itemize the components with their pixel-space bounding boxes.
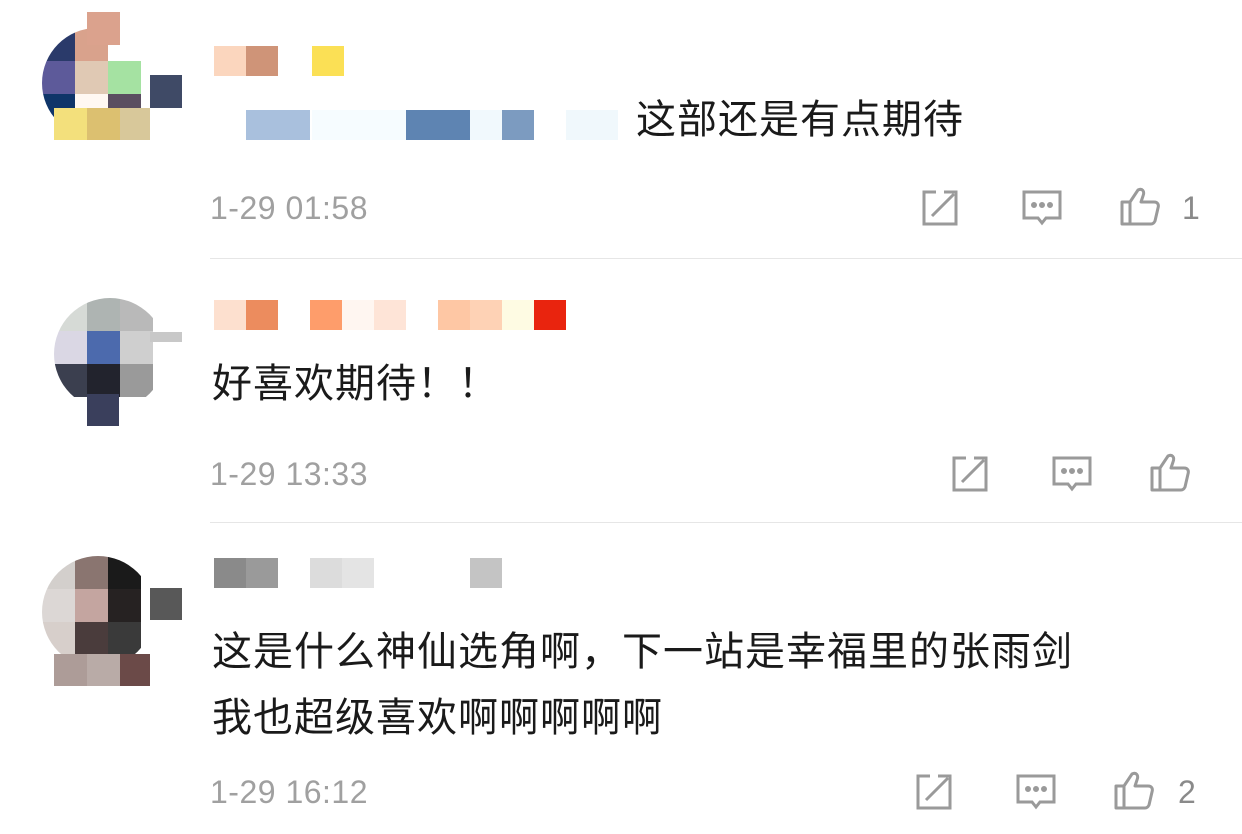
username-redacted[interactable] bbox=[214, 558, 246, 588]
user-badge bbox=[312, 46, 344, 76]
comment-icon bbox=[1052, 456, 1092, 492]
username-redacted bbox=[502, 300, 534, 330]
reply-target-redacted bbox=[406, 110, 470, 140]
like-count: 1 bbox=[1182, 190, 1200, 226]
username-redacted[interactable] bbox=[214, 300, 246, 330]
share-button[interactable] bbox=[912, 770, 956, 814]
like-button[interactable] bbox=[1118, 184, 1162, 228]
username-redacted bbox=[246, 300, 278, 330]
avatar-frame-right bbox=[150, 332, 182, 342]
avatar-badge bbox=[54, 654, 150, 686]
avatar-frame-top bbox=[87, 12, 120, 45]
username-redacted bbox=[470, 300, 502, 330]
comment-text: 这部还是有点期待 bbox=[636, 97, 964, 143]
comment-text: 好喜欢期待！！ bbox=[212, 361, 499, 407]
comment-text-line: 我也超级喜欢啊啊啊啊啊 bbox=[212, 695, 663, 741]
username-redacted bbox=[438, 300, 470, 330]
reply-target-redacted[interactable] bbox=[246, 110, 310, 140]
avatar[interactable] bbox=[42, 556, 154, 668]
comment-item: 好喜欢期待！！ 1-29 13:33 bbox=[0, 258, 1242, 522]
like-icon bbox=[1120, 187, 1160, 226]
comment-item: 这部还是有点期待 1-29 01:58 1 bbox=[0, 0, 1242, 258]
like-button[interactable] bbox=[1112, 768, 1156, 812]
comment-icon bbox=[1016, 774, 1056, 810]
share-icon bbox=[922, 190, 958, 226]
like-icon bbox=[1150, 453, 1190, 492]
username-redacted bbox=[246, 558, 278, 588]
comment-icon bbox=[1022, 190, 1062, 226]
username-redacted[interactable] bbox=[214, 46, 246, 76]
share-button[interactable] bbox=[918, 186, 962, 230]
comment-timestamp: 1-29 13:33 bbox=[210, 456, 369, 492]
reply-target-redacted bbox=[502, 110, 534, 140]
user-badge bbox=[470, 558, 502, 588]
comment-timestamp: 1-29 16:12 bbox=[210, 774, 369, 810]
reply-target-redacted bbox=[470, 110, 502, 140]
comment-item: 这是什么神仙选角啊，下一站是幸福里的张雨剑 我也超级喜欢啊啊啊啊啊 1-29 1… bbox=[0, 522, 1242, 834]
avatar-badge bbox=[54, 108, 150, 140]
reply-target-redacted bbox=[566, 110, 618, 140]
username-redacted bbox=[310, 558, 342, 588]
share-button[interactable] bbox=[948, 452, 992, 496]
share-icon bbox=[952, 456, 988, 492]
user-badge bbox=[534, 300, 566, 330]
username-redacted bbox=[246, 46, 278, 76]
username-redacted bbox=[342, 300, 374, 330]
like-button[interactable] bbox=[1148, 450, 1192, 494]
username-redacted bbox=[342, 558, 374, 588]
like-icon bbox=[1114, 771, 1154, 810]
comment-button[interactable] bbox=[1050, 452, 1094, 496]
comment-timestamp: 1-29 01:58 bbox=[210, 190, 369, 226]
reply-target-redacted bbox=[312, 110, 406, 140]
comment-text-line: 这是什么神仙选角啊，下一站是幸福里的张雨剑 bbox=[212, 629, 1073, 675]
like-count: 2 bbox=[1178, 774, 1196, 810]
username-redacted bbox=[374, 300, 406, 330]
share-icon bbox=[916, 774, 952, 810]
avatar-frame-right bbox=[150, 75, 182, 108]
avatar-frame-right bbox=[150, 588, 182, 620]
username-redacted bbox=[310, 300, 342, 330]
avatar-badge bbox=[87, 394, 119, 426]
comment-button[interactable] bbox=[1020, 186, 1064, 230]
comment-button[interactable] bbox=[1014, 770, 1058, 814]
